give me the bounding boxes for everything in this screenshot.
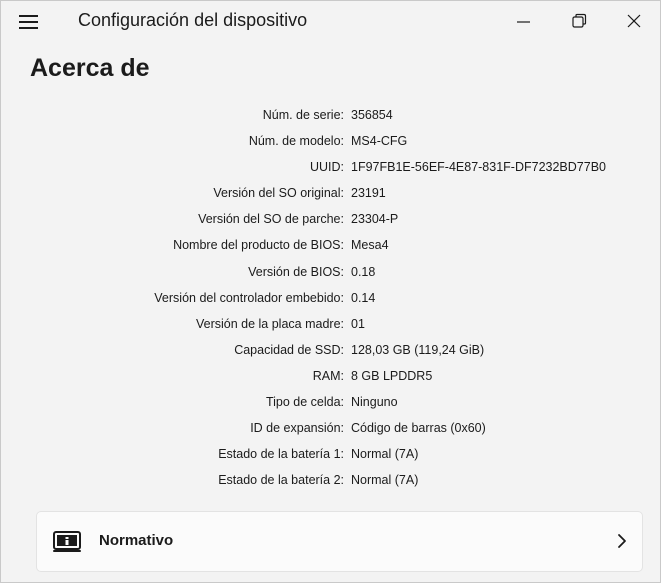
info-row-ec-version: Versión del controlador embebido: 0.14 bbox=[1, 287, 660, 313]
info-value: Normal (7A) bbox=[351, 447, 419, 462]
info-label: Núm. de serie: bbox=[262, 108, 344, 122]
app-title: Configuración del dispositivo bbox=[78, 10, 308, 30]
hamburger-line bbox=[19, 27, 38, 29]
info-row-expansion-id: ID de expansión: Código de barras (0x60) bbox=[1, 417, 660, 443]
info-row-bios-product: Nombre del producto de BIOS: Mesa4 bbox=[1, 234, 660, 260]
regulatory-label: Normativo bbox=[99, 532, 174, 549]
info-row-bios-version: Versión de BIOS: 0.18 bbox=[1, 261, 660, 287]
info-row-os-original: Versión del SO original: 23191 bbox=[1, 182, 660, 208]
info-label: RAM: bbox=[312, 368, 344, 383]
info-value: 356854 bbox=[351, 108, 393, 122]
info-label: Tipo de celda: bbox=[265, 395, 344, 410]
page-title: Acerca de bbox=[30, 54, 150, 82]
regulatory-card[interactable]: Normativo bbox=[36, 511, 643, 572]
info-value: 23304-P bbox=[351, 212, 399, 227]
info-value: 0.14 bbox=[351, 290, 376, 305]
info-row-battery-2: Estado de la batería 2: Normal (7A) bbox=[1, 469, 660, 495]
info-label: Versión de la placa madre: bbox=[195, 316, 344, 331]
maximize-button[interactable] bbox=[556, 3, 602, 39]
regulatory-info-icon bbox=[53, 531, 81, 552]
info-row-uuid: UUID: 1F97FB1E-56EF-4E87-831F-DF7232BD77… bbox=[1, 156, 660, 182]
close-icon bbox=[627, 14, 641, 28]
info-value: 8 GB LPDDR5 bbox=[351, 368, 433, 383]
app-window: Configuración del dispositivo Acerca de … bbox=[0, 0, 661, 583]
info-row-cell-type: Tipo de celda: Ninguno bbox=[1, 391, 660, 417]
info-label: Versión de BIOS: bbox=[248, 264, 344, 279]
device-info-list: Núm. de serie: 356854 Núm. de modelo: MS… bbox=[1, 104, 660, 495]
info-row-ssd-capacity: Capacidad de SSD: 128,03 GB (119,24 GiB) bbox=[1, 339, 660, 365]
info-value: 23191 bbox=[351, 186, 386, 201]
info-label: Capacidad de SSD: bbox=[234, 342, 344, 357]
info-value: 0.18 bbox=[351, 264, 376, 279]
info-row-os-patch: Versión del SO de parche: 23304-P bbox=[1, 208, 660, 234]
info-label: Versión del SO original: bbox=[213, 186, 344, 201]
chevron-right-icon bbox=[618, 534, 626, 548]
info-row-model: Núm. de modelo: MS4-CFG bbox=[1, 130, 660, 156]
info-value: 01 bbox=[351, 316, 365, 331]
info-label: UUID: bbox=[309, 160, 344, 175]
minimize-button[interactable] bbox=[501, 3, 547, 39]
info-label: ID de expansión: bbox=[250, 421, 344, 436]
hamburger-line bbox=[19, 15, 38, 17]
maximize-icon bbox=[572, 13, 587, 28]
close-button[interactable] bbox=[611, 3, 657, 39]
info-label: Versión del SO de parche: bbox=[198, 212, 344, 227]
info-value: MS4-CFG bbox=[351, 134, 408, 149]
info-label: Nombre del producto de BIOS: bbox=[173, 238, 344, 253]
info-value: 1F97FB1E-56EF-4E87-831F-DF7232BD77B0 bbox=[351, 160, 606, 175]
info-label: Estado de la batería 1: bbox=[218, 447, 344, 462]
info-value: Código de barras (0x60) bbox=[351, 421, 486, 436]
info-label: Estado de la batería 2: bbox=[218, 473, 344, 488]
info-value: Ninguno bbox=[351, 395, 398, 410]
hamburger-menu-icon[interactable] bbox=[15, 11, 41, 33]
info-row-battery-1: Estado de la batería 1: Normal (7A) bbox=[1, 443, 660, 469]
info-row-board-version: Versión de la placa madre: 01 bbox=[1, 313, 660, 339]
info-value: Mesa4 bbox=[351, 238, 389, 253]
info-label: Núm. de modelo: bbox=[248, 134, 344, 149]
info-value: 128,03 GB (119,24 GiB) bbox=[351, 342, 485, 357]
title-bar: Configuración del dispositivo bbox=[1, 1, 660, 41]
info-value: Normal (7A) bbox=[351, 473, 419, 488]
info-label: Versión del controlador embebido: bbox=[154, 290, 344, 305]
minimize-icon bbox=[517, 21, 530, 23]
info-row-ram: RAM: 8 GB LPDDR5 bbox=[1, 365, 660, 391]
info-row-serial: Núm. de serie: 356854 bbox=[1, 104, 660, 130]
hamburger-line bbox=[19, 21, 38, 23]
